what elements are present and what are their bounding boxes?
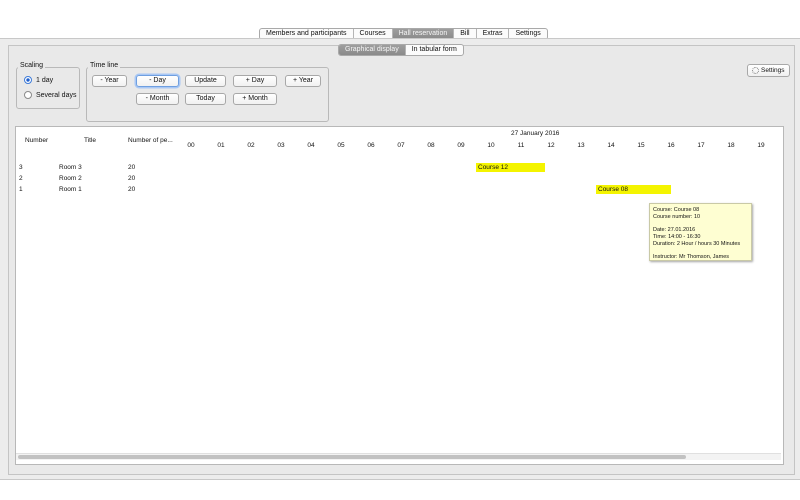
- hour-label: 02: [247, 142, 255, 149]
- room-title: Room 2: [59, 175, 82, 182]
- tooltip-course-number: Course number: 10: [653, 214, 701, 220]
- reservation-bar[interactable]: Course 08: [596, 185, 671, 194]
- tooltip-date: Date: 27.01.2016: [653, 227, 696, 233]
- plus-year-button[interactable]: + Year: [285, 75, 321, 87]
- minus-year-button[interactable]: - Year: [92, 75, 127, 87]
- radio-selected-icon[interactable]: [24, 76, 32, 84]
- horizontal-scrollbar[interactable]: [16, 453, 781, 460]
- hour-label: 05: [337, 142, 345, 149]
- hour-label: 03: [277, 142, 285, 149]
- column-header-persons[interactable]: Number of pe...: [128, 137, 173, 144]
- room-title: Room 3: [59, 164, 82, 171]
- reservation-tooltip: Course: Course 08 Course number: 10 Date…: [649, 203, 752, 261]
- table-row[interactable]: 1 Room 1 20: [16, 186, 176, 196]
- hour-label: 09: [457, 142, 465, 149]
- schedule-date: 27 January 2016: [511, 130, 560, 137]
- hour-label: 16: [667, 142, 675, 149]
- hour-label: 15: [637, 142, 645, 149]
- hour-label: 10: [487, 142, 495, 149]
- radio-unselected-icon[interactable]: [24, 91, 32, 99]
- hour-label: 12: [547, 142, 555, 149]
- view-tab-bar: Graphical display In tabular form: [338, 44, 464, 56]
- hour-label: 14: [607, 142, 615, 149]
- hour-label: 04: [307, 142, 315, 149]
- hour-label: 17: [697, 142, 705, 149]
- reservation-bar[interactable]: Course 12: [476, 163, 545, 172]
- hour-label: 08: [427, 142, 435, 149]
- plus-day-button[interactable]: + Day: [233, 75, 277, 87]
- minus-month-button[interactable]: - Month: [136, 93, 179, 105]
- tooltip-time: Time: 14:00 - 16:30: [653, 234, 701, 240]
- gear-icon: [752, 67, 759, 74]
- room-persons: 20: [128, 164, 136, 171]
- hour-label: 07: [397, 142, 405, 149]
- room-number: 3: [19, 164, 23, 171]
- hour-label: 11: [517, 142, 525, 149]
- hour-label: 18: [727, 142, 735, 149]
- hour-label: 06: [367, 142, 375, 149]
- scaling-option-label: Several days: [36, 91, 77, 99]
- table-row[interactable]: 2 Room 2 20: [16, 175, 176, 185]
- hour-label: 19: [757, 142, 765, 149]
- tooltip-course: Course: Course 08: [653, 207, 700, 213]
- tooltip-instructor: Instructor: Mr Thomson, James: [653, 254, 730, 260]
- table-row[interactable]: 3 Room 3 20: [16, 164, 176, 174]
- timeline-title: Time line: [88, 62, 121, 69]
- scrollbar-thumb[interactable]: [18, 455, 686, 459]
- scaling-option-label: 1 day: [36, 76, 54, 84]
- update-button[interactable]: Update: [185, 75, 226, 87]
- hour-label: 00: [187, 142, 195, 149]
- plus-month-button[interactable]: + Month: [233, 93, 277, 105]
- today-button[interactable]: Today: [185, 93, 226, 105]
- hour-label: 13: [577, 142, 585, 149]
- tooltip-duration: Duration: 2 Hour / hours 30 Minutes: [653, 241, 741, 247]
- column-header-number[interactable]: Number: [25, 137, 48, 144]
- room-persons: 20: [128, 186, 136, 193]
- settings-button[interactable]: Settings: [747, 64, 790, 77]
- room-persons: 20: [128, 175, 136, 182]
- tab-graphical-display[interactable]: Graphical display: [339, 45, 406, 55]
- room-title: Room 1: [59, 186, 82, 193]
- hour-label: 01: [217, 142, 225, 149]
- minus-day-button[interactable]: - Day: [136, 75, 179, 87]
- scaling-title: Scaling: [18, 62, 45, 69]
- room-number: 1: [19, 186, 23, 193]
- tab-in-tabular-form[interactable]: In tabular form: [406, 45, 463, 55]
- column-header-title[interactable]: Title: [84, 137, 96, 144]
- settings-button-label: Settings: [761, 67, 785, 74]
- scaling-option-1-day[interactable]: 1 day: [24, 76, 53, 84]
- scaling-option-several-days[interactable]: Several days: [24, 91, 76, 99]
- scaling-group: [16, 67, 80, 109]
- room-number: 2: [19, 175, 23, 182]
